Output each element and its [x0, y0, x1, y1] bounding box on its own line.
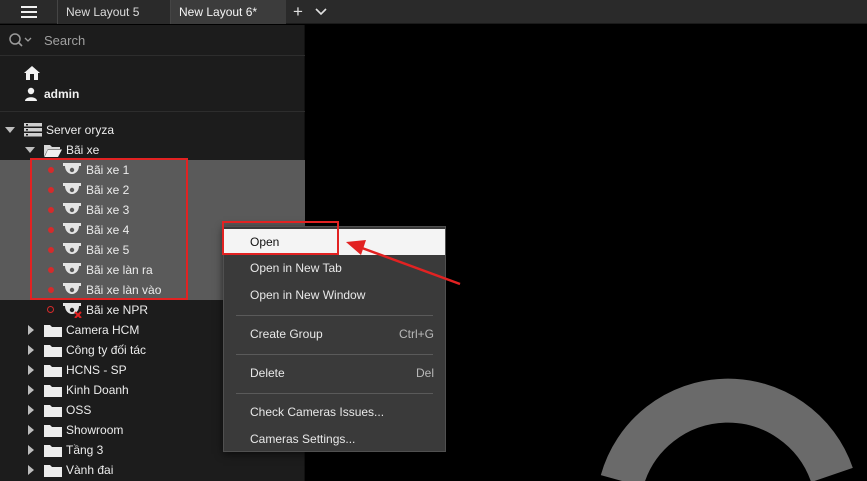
folder-open-icon [44, 145, 62, 157]
tab-new-layout-5[interactable]: New Layout 5 [57, 0, 170, 24]
tree-folder-vanh-dai[interactable]: Vành đai [0, 460, 305, 480]
context-menu: Open Open in New Tab Open in New Window … [223, 226, 446, 452]
tree-label: Vành đai [66, 463, 114, 477]
caret-right-icon[interactable] [28, 405, 34, 415]
folder-icon [44, 325, 62, 337]
tree-label: Showroom [66, 423, 124, 437]
menu-separator [236, 354, 433, 355]
menu-shortcut: Del [415, 366, 434, 380]
menu-item-label: Open in New Window [250, 288, 366, 302]
menu-shortcut: Ctrl+G [398, 327, 434, 341]
tree-label: Camera HCM [66, 323, 140, 337]
tree-label: Tầng 3 [66, 443, 104, 457]
add-tab-button[interactable]: + [289, 2, 307, 22]
tree-label: HCNS - SP [66, 363, 127, 377]
menu-item-open-new-window[interactable]: Open in New Window [224, 282, 445, 308]
caret-right-icon[interactable] [28, 385, 34, 395]
tree-label: Kinh Doanh [66, 383, 129, 397]
menu-item-label: Delete [250, 366, 285, 380]
tree-label: Bãi xe NPR [86, 303, 149, 317]
menu-item-label: Check Cameras Issues... [250, 405, 385, 419]
current-user[interactable]: admin [24, 86, 79, 102]
folder-icon [44, 445, 62, 457]
caret-down-icon[interactable] [5, 127, 15, 133]
folder-icon [44, 345, 62, 357]
caret-right-icon[interactable] [28, 325, 34, 335]
menu-item-cameras-settings[interactable]: Cameras Settings... [224, 426, 445, 452]
caret-right-icon[interactable] [28, 365, 34, 375]
menu-item-open-new-tab[interactable]: Open in New Tab [224, 255, 445, 281]
folder-icon [44, 425, 62, 437]
chevron-down-icon [315, 8, 327, 16]
tree-group-bai-xe[interactable]: Bãi xe [0, 140, 305, 160]
tree-label: OSS [66, 403, 92, 417]
menu-item-label: Cameras Settings... [250, 432, 356, 446]
tree-server[interactable]: Server oryza [0, 120, 305, 140]
tab-list-dropdown[interactable] [312, 1, 330, 23]
tab-label: New Layout 6* [179, 5, 258, 19]
menu-item-label: Open in New Tab [250, 261, 342, 275]
camera-offline-icon [63, 303, 82, 318]
folder-icon [44, 385, 62, 397]
folder-icon [44, 365, 62, 377]
folder-icon [44, 465, 62, 477]
menu-item-delete[interactable]: Delete Del [224, 360, 445, 386]
caret-right-icon[interactable] [28, 465, 34, 475]
highlight-box-cameras [30, 158, 188, 300]
search-bar [0, 25, 305, 56]
tree-label: Công ty đối tác [66, 343, 147, 357]
menu-separator [236, 393, 433, 394]
highlight-box-open [222, 221, 339, 255]
search-input[interactable] [44, 31, 284, 49]
tab-label: New Layout 5 [66, 5, 140, 19]
tab-bar: New Layout 5 New Layout 6* + [0, 0, 867, 24]
main-menu-button[interactable] [0, 0, 57, 24]
caret-right-icon[interactable] [28, 425, 34, 435]
hamburger-icon [20, 6, 37, 18]
menu-item-create-group[interactable]: Create Group Ctrl+G [224, 321, 445, 347]
caret-down-icon[interactable] [25, 147, 35, 153]
menu-item-check-cameras-issues[interactable]: Check Cameras Issues... [224, 399, 445, 425]
caret-right-icon[interactable] [28, 345, 34, 355]
tree-label: Bãi xe [66, 143, 100, 157]
caret-right-icon[interactable] [28, 445, 34, 455]
divider [0, 111, 305, 112]
tree-label: Server oryza [46, 123, 115, 137]
menu-item-label: Create Group [250, 327, 323, 341]
user-name: admin [44, 87, 80, 101]
search-icon[interactable] [8, 32, 34, 48]
menu-separator [236, 315, 433, 316]
home-icon[interactable] [24, 66, 40, 80]
folder-icon [44, 405, 62, 417]
tab-new-layout-6[interactable]: New Layout 6* [170, 0, 286, 24]
status-offline-icon [47, 306, 54, 313]
server-icon [24, 123, 42, 137]
user-icon [25, 87, 37, 101]
